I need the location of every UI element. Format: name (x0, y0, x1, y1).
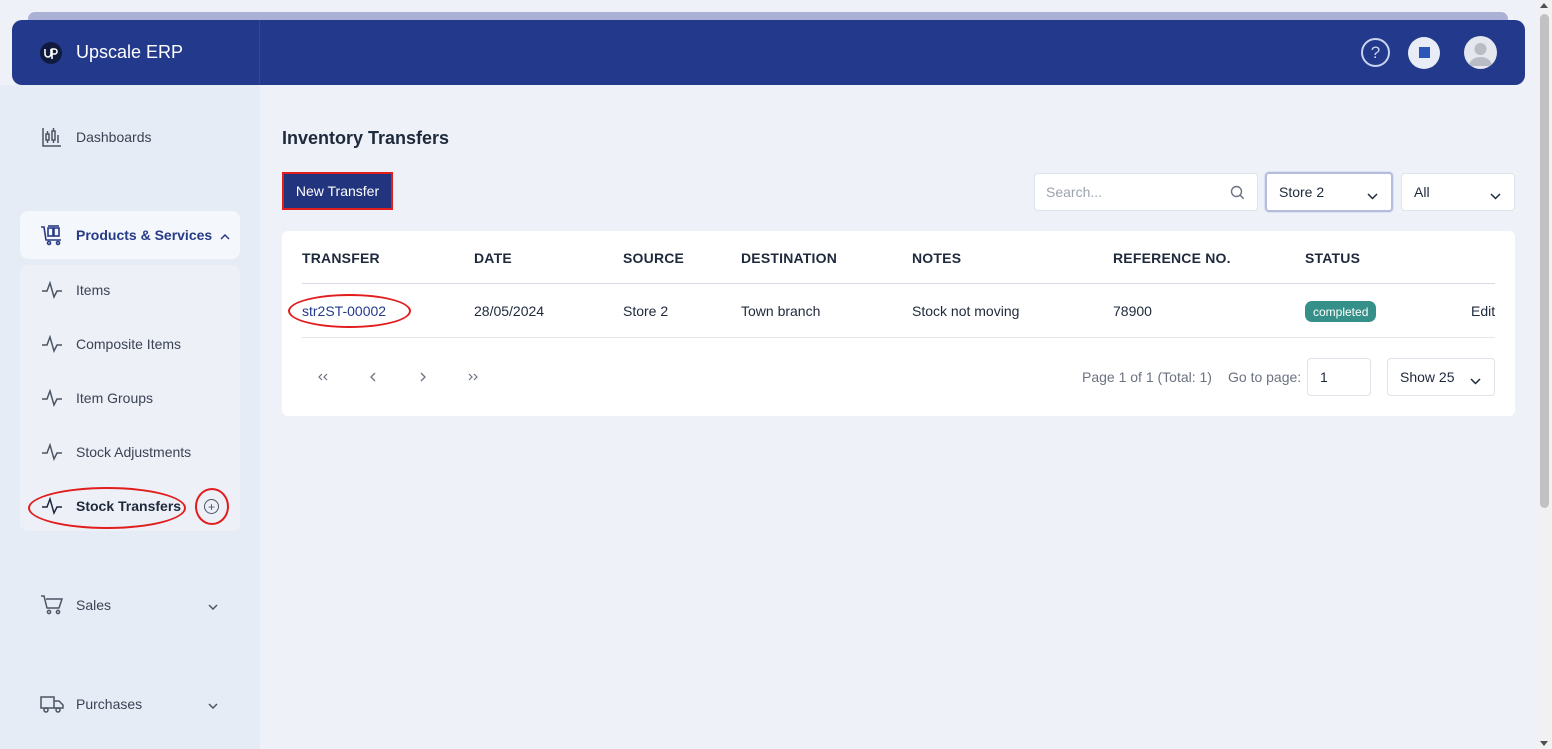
square-app-icon (1418, 47, 1430, 58)
sidebar-label-stock-transfers: Stock Transfers (76, 498, 182, 514)
sidebar-label-sales: Sales (76, 597, 112, 613)
column-header-destination: DESTINATION (741, 250, 838, 266)
sidebar-label-purchases: Purchases (76, 696, 143, 712)
row-divider (302, 337, 1495, 338)
sidebar-item-item-groups[interactable]: Item Groups (20, 371, 240, 425)
column-header-date: DATE (474, 250, 512, 266)
app-header: Upscale ERP ? (12, 20, 1525, 85)
sidebar-item-sales[interactable]: Sales (20, 593, 240, 617)
transfers-table-card: TRANSFER DATE SOURCE DESTINATION NOTES R… (282, 231, 1515, 416)
sidebar-item-purchases[interactable]: Purchases (20, 692, 240, 716)
truck-icon (40, 692, 64, 716)
page-title: Inventory Transfers (282, 128, 450, 148)
scroll-down-arrow[interactable] (1540, 741, 1548, 746)
app-name: Upscale ERP (76, 42, 184, 62)
apps-button[interactable] (1408, 36, 1440, 69)
activity-icon (40, 386, 64, 410)
activity-icon (40, 494, 64, 518)
first-page-button[interactable] (313, 369, 333, 385)
search-box[interactable] (1034, 173, 1258, 211)
brand-logo-icon (40, 41, 62, 64)
sidebar-item-products-services[interactable]: Products & Services (20, 211, 240, 259)
chevron-down-icon (1490, 187, 1501, 203)
activity-icon (40, 332, 64, 356)
sidebar-label-products-services: Products & Services (76, 227, 213, 243)
chevron-left-icon (370, 372, 376, 382)
store-select-value: Store 2 (1279, 184, 1325, 200)
page-size-select[interactable]: Show 25 (1387, 358, 1495, 396)
status-filter-value: All (1414, 184, 1430, 200)
column-header-transfer: TRANSFER (302, 250, 380, 266)
transfer-link[interactable]: str2ST-00002 (302, 303, 386, 319)
last-page-button[interactable] (463, 369, 483, 385)
cell-source: Store 2 (623, 303, 669, 319)
cell-destination: Town branch (741, 303, 821, 319)
search-icon[interactable] (1230, 185, 1245, 205)
status-badge: completed (1305, 301, 1377, 322)
sidebar-item-items[interactable]: Items (20, 263, 240, 317)
sidebar-label-stock-adjustments: Stock Adjustments (76, 444, 192, 460)
chevron-down-icon (1367, 187, 1378, 203)
cell-notes: Stock not moving (912, 303, 1020, 319)
sidebar-label-item-groups: Item Groups (76, 390, 154, 406)
chevron-up-icon (220, 227, 230, 243)
user-avatar-icon (1469, 43, 1492, 66)
sidebar-label-dashboards: Dashboards (76, 129, 152, 145)
goto-page-input[interactable] (1307, 358, 1371, 396)
edit-link[interactable]: Edit (1471, 303, 1495, 319)
column-header-source: SOURCE (623, 250, 685, 266)
page-size-value: Show 25 (1400, 369, 1455, 385)
activity-icon (40, 440, 64, 464)
next-page-button[interactable] (413, 369, 433, 385)
column-header-reference: REFERENCE NO. (1113, 250, 1231, 266)
goto-page-label: Go to page: (1228, 369, 1302, 385)
chevron-down-icon (208, 597, 218, 613)
column-header-status: STATUS (1305, 250, 1361, 266)
user-avatar[interactable] (1464, 36, 1497, 69)
column-header-notes: NOTES (912, 250, 962, 266)
brand[interactable]: Upscale ERP (12, 20, 260, 85)
chart-bars-icon (40, 125, 64, 149)
cart-icon (40, 593, 64, 617)
cell-reference: 78900 (1113, 303, 1152, 319)
help-icon[interactable]: ? (1361, 38, 1390, 67)
activity-icon (40, 278, 64, 302)
pagination-info: Page 1 of 1 (Total: 1) (1082, 369, 1212, 385)
sidebar-item-stock-adjustments[interactable]: Stock Adjustments (20, 425, 240, 479)
chevron-down-icon (1470, 372, 1481, 388)
new-transfer-button[interactable]: New Transfer (282, 172, 393, 210)
double-chevron-left-icon (318, 373, 328, 381)
vertical-scrollbar[interactable] (1537, 0, 1552, 749)
sidebar-item-composite-items[interactable]: Composite Items (20, 317, 240, 371)
scroll-up-arrow[interactable] (1540, 3, 1548, 8)
sidebar-label-items: Items (76, 282, 111, 298)
chevron-down-icon (208, 696, 218, 712)
sidebar-label-composite-items: Composite Items (76, 336, 182, 352)
store-select[interactable]: Store 2 (1265, 172, 1393, 212)
cell-date: 28/05/2024 (474, 303, 545, 319)
status-filter-select[interactable]: All (1401, 173, 1515, 211)
add-stock-transfer-icon[interactable]: + (204, 499, 219, 514)
search-input[interactable] (1046, 184, 1226, 200)
sidebar: Dashboards Products & Services Items Com… (0, 85, 260, 749)
chevron-right-icon (420, 372, 426, 382)
header-divider (302, 283, 1495, 284)
cart-box-icon (40, 223, 64, 247)
double-chevron-right-icon (468, 373, 478, 381)
sidebar-item-dashboards[interactable]: Dashboards (20, 125, 240, 149)
previous-page-button[interactable] (363, 369, 383, 385)
scrollbar-thumb[interactable] (1540, 14, 1549, 508)
